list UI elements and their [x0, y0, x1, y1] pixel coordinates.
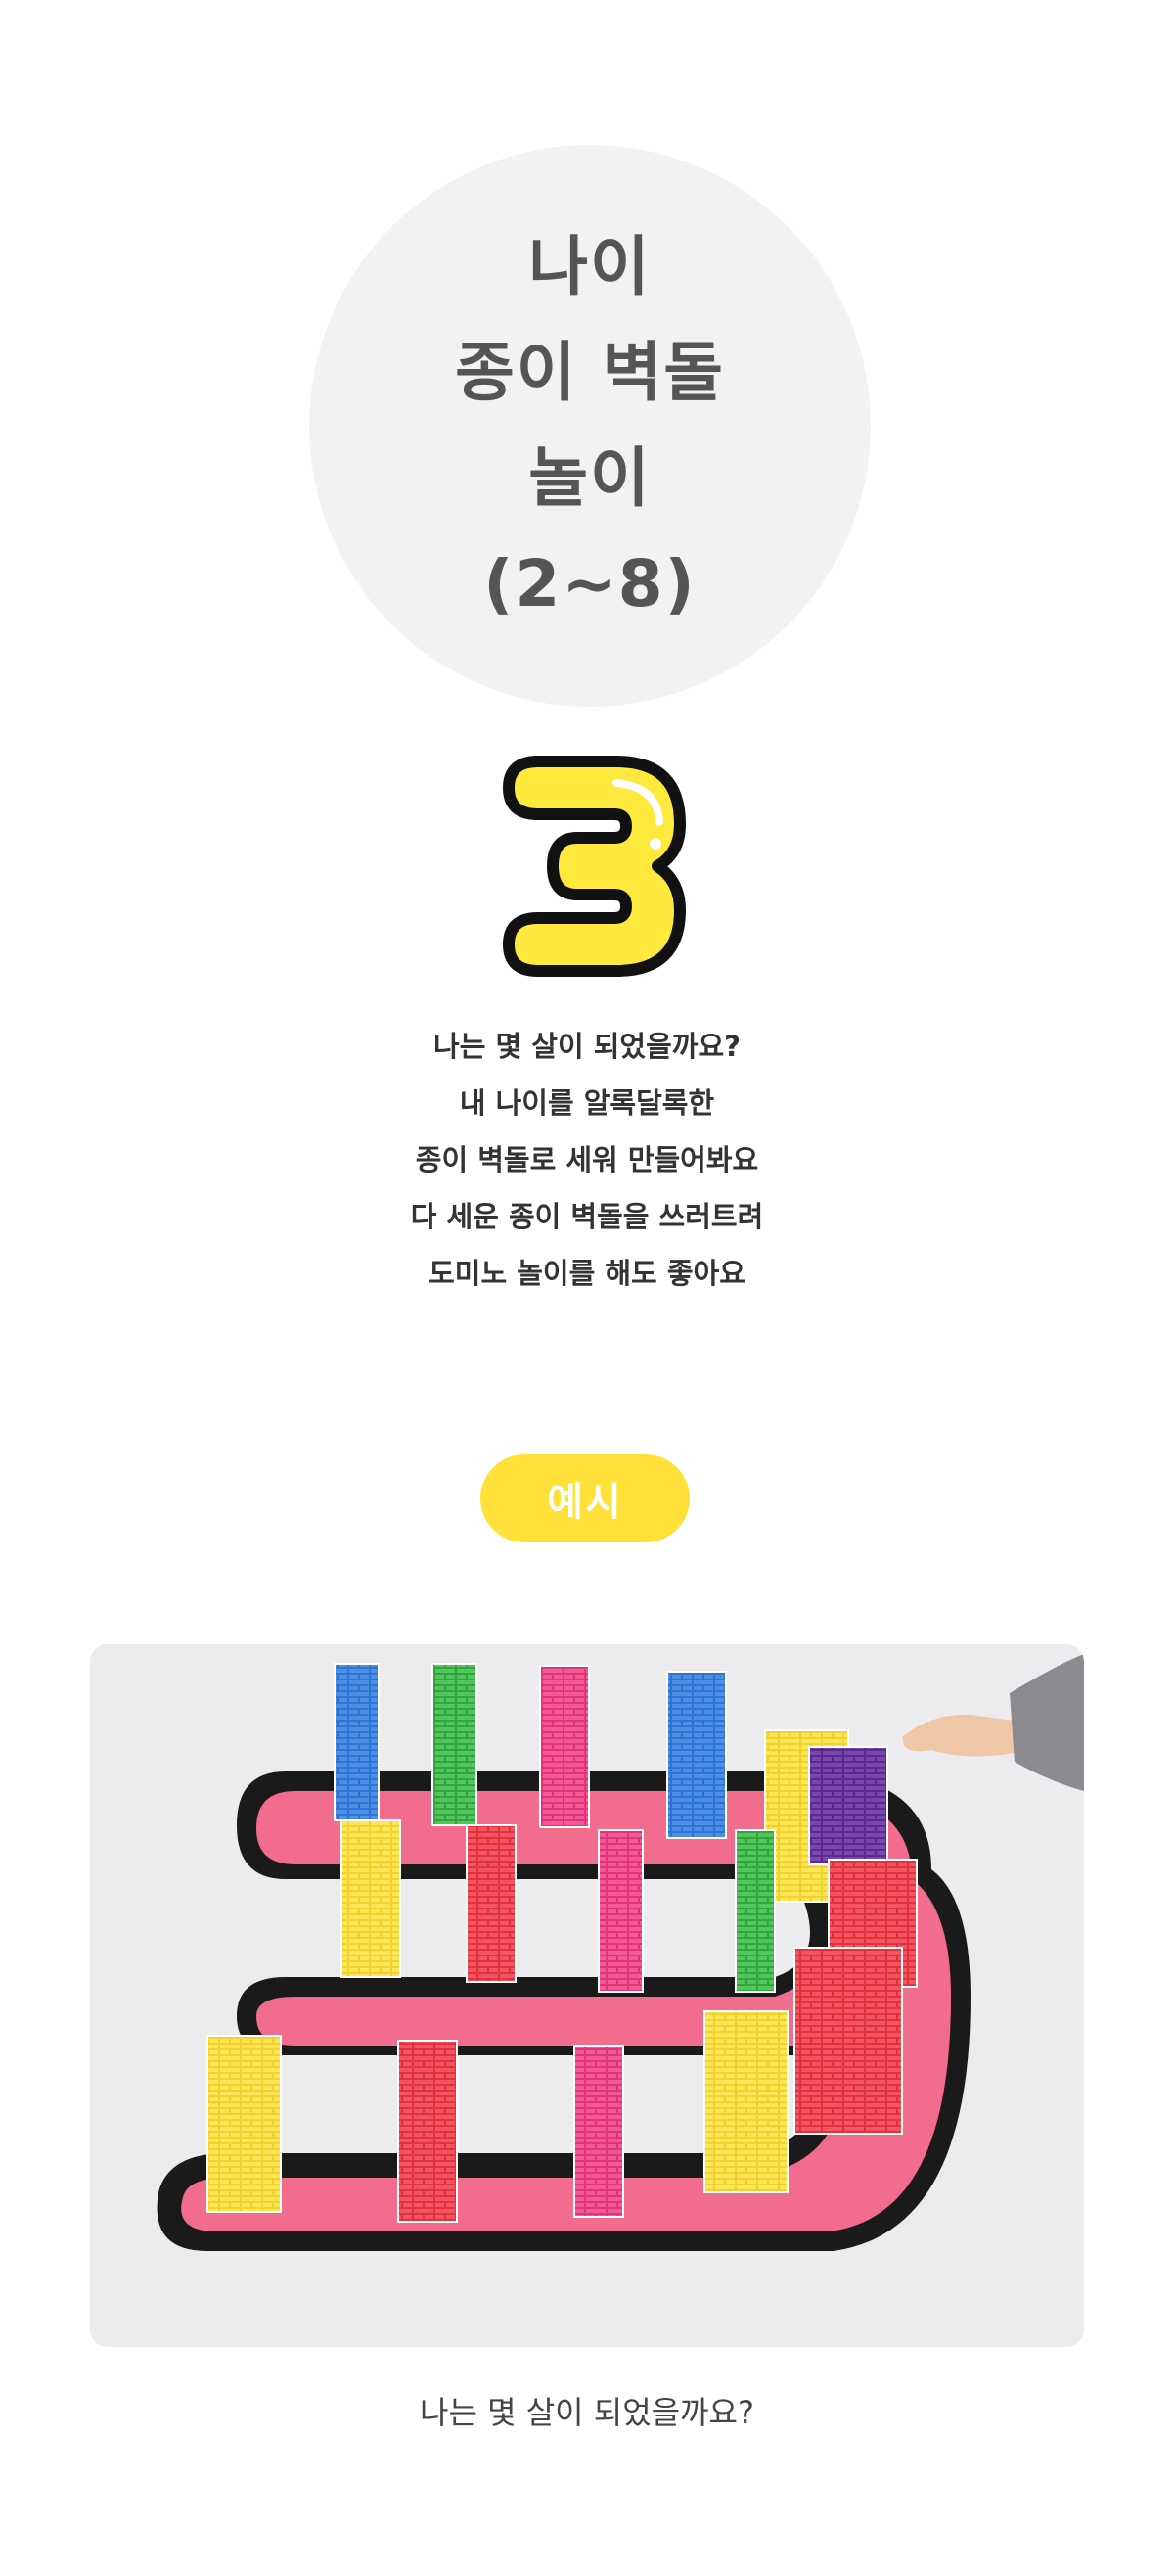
description-line: 종이 벽돌로 세워 만들어봐요: [415, 1143, 759, 1176]
title-line-3: 놀이: [528, 440, 652, 516]
example-badge: 예시: [480, 1454, 690, 1542]
brick-track-illustration: [90, 1644, 1084, 2347]
title-circle: 나이 종이 벽돌 놀이 (2~8): [309, 145, 871, 707]
title-line-2: 종이 벽돌: [455, 335, 725, 410]
description-line: 다 세운 종이 벽돌을 쓰러트려: [410, 1200, 764, 1233]
description: 나는 몇 살이 되었을까요? 내 나이를 알록달록한 종이 벽돌로 세워 만들어…: [196, 1018, 978, 1302]
photo-caption: 나는 몇 살이 되었을까요?: [420, 2394, 754, 2431]
example-badge-label: 예시: [547, 1480, 623, 1525]
title-line-4: (2~8): [483, 546, 697, 621]
example-photo: [90, 1644, 1084, 2347]
title-line-1: 나이: [528, 229, 652, 304]
number-three-icon: [503, 756, 686, 977]
description-line: 나는 몇 살이 되었을까요?: [433, 1030, 741, 1063]
description-line: 내 나이를 알록달록한: [459, 1086, 715, 1120]
description-line: 도미노 놀이를 해도 좋아요: [429, 1257, 745, 1290]
